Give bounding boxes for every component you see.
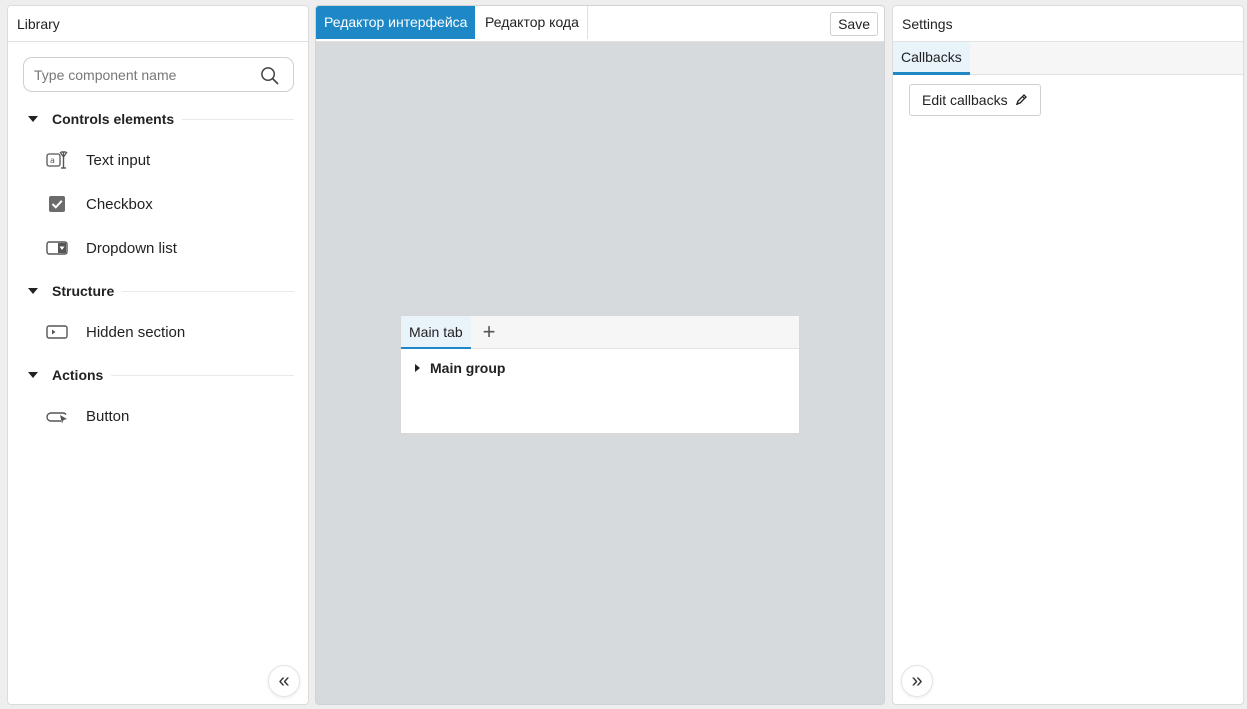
double-chevron-left-icon: «	[278, 669, 290, 692]
editor-panel: Редактор интерфейса Редактор кода Save M…	[315, 5, 885, 705]
group-divider	[122, 290, 294, 292]
group-actions[interactable]: Actions	[24, 365, 294, 385]
settings-tabbar: Callbacks	[893, 42, 1243, 75]
tab-main[interactable]: Main tab	[401, 316, 471, 349]
main-group-toggle[interactable]: Main group	[415, 360, 505, 376]
button-icon	[46, 405, 68, 427]
group-divider	[182, 118, 294, 120]
library-item-label: Hidden section	[86, 323, 186, 341]
library-item-text-input[interactable]: a Text input	[46, 146, 296, 174]
form-preview-card: Main tab + Main group	[400, 315, 800, 434]
group-title-label: Structure	[52, 283, 115, 299]
library-item-button[interactable]: Button	[46, 402, 296, 430]
collapse-library-button[interactable]: «	[268, 665, 300, 697]
tab-callbacks[interactable]: Callbacks	[893, 42, 970, 75]
form-tabbar: Main tab +	[401, 316, 799, 349]
tab-code-editor[interactable]: Редактор кода	[477, 6, 588, 39]
component-search[interactable]	[23, 57, 294, 92]
caret-down-icon[interactable]	[28, 288, 38, 294]
settings-panel: Settings Callbacks Edit callbacks »	[892, 5, 1244, 705]
caret-down-icon[interactable]	[28, 372, 38, 378]
library-item-label: Button	[86, 407, 130, 425]
library-item-label: Text input	[86, 151, 151, 169]
hidden-section-icon	[46, 321, 68, 343]
add-tab-icon[interactable]: +	[479, 321, 499, 343]
caret-right-icon	[415, 364, 420, 372]
group-structure[interactable]: Structure	[24, 281, 294, 301]
group-divider	[111, 374, 294, 376]
caret-down-icon[interactable]	[28, 116, 38, 122]
search-input[interactable]	[34, 58, 254, 91]
group-controls-elements[interactable]: Controls elements	[24, 109, 294, 129]
group-title-label: Actions	[52, 367, 104, 383]
editor-tabbar: Редактор интерфейса Редактор кода Save	[316, 6, 884, 42]
pencil-icon	[1015, 94, 1027, 106]
library-panel: Library Controls elements a Text input	[7, 5, 309, 705]
save-button[interactable]: Save	[830, 12, 878, 36]
checkbox-icon	[46, 193, 68, 215]
dropdown-icon	[46, 237, 68, 259]
double-chevron-right-icon: »	[911, 669, 923, 692]
library-item-dropdown-list[interactable]: Dropdown list	[46, 234, 296, 262]
library-item-label: Dropdown list	[86, 239, 177, 257]
expand-settings-button[interactable]: »	[901, 665, 933, 697]
tab-interface-editor[interactable]: Редактор интерфейса	[316, 6, 476, 39]
library-title: Library	[8, 6, 308, 42]
group-label: Main group	[430, 360, 506, 376]
group-title-label: Controls elements	[52, 111, 175, 127]
text-input-icon: a	[46, 149, 68, 171]
edit-callbacks-label: Edit callbacks	[922, 92, 1008, 108]
library-item-hidden-section[interactable]: Hidden section	[46, 318, 296, 346]
svg-text:a: a	[50, 156, 55, 165]
library-item-label: Checkbox	[86, 195, 153, 213]
edit-callbacks-button[interactable]: Edit callbacks	[909, 84, 1041, 116]
search-icon[interactable]	[260, 66, 279, 85]
library-item-checkbox[interactable]: Checkbox	[46, 190, 296, 218]
settings-title: Settings	[893, 6, 1243, 42]
